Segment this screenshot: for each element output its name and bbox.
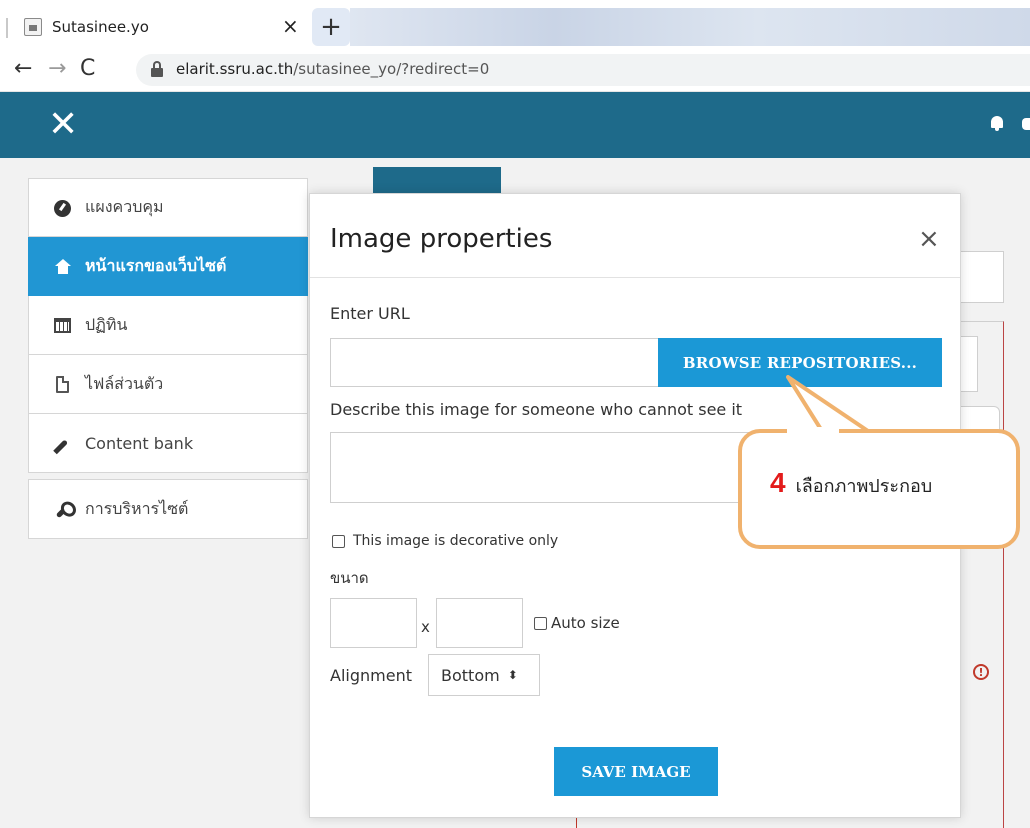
- lock-icon[interactable]: [150, 61, 164, 77]
- auto-size-checkbox[interactable]: [534, 617, 547, 630]
- decorative-checkbox[interactable]: [332, 535, 345, 548]
- address-bar: ← → C elarit.ssru.ac.th/sutasinee_yo/?re…: [0, 48, 1030, 92]
- toolbar-toggle-button[interactable]: [960, 336, 978, 392]
- dashboard-icon: [53, 199, 73, 217]
- sidebar-item-calendar[interactable]: ปฏิทิน: [28, 296, 308, 355]
- sidebar-item-label: ไฟล์ส่วนตัว: [85, 373, 164, 393]
- size-label: ขนาด: [330, 569, 369, 587]
- file-icon: [53, 375, 73, 393]
- dialog-divider: [310, 277, 960, 278]
- sidebar-nav: แผงควบคุม หน้าแรกของเว็บไซต์ ปฏิทิน ไฟล์…: [28, 178, 308, 539]
- brush-icon: [53, 434, 73, 455]
- callout-pointer-mask: [787, 427, 839, 435]
- callout-instruction: เลือกภาพประกอบ: [795, 476, 933, 497]
- url-label: Enter URL: [330, 304, 410, 323]
- sidebar-item-content-bank[interactable]: Content bank: [28, 414, 308, 473]
- sidebar-item-label: การบริหารไซต์: [85, 498, 189, 518]
- sidebar-item-label: แผงควบคุม: [85, 197, 164, 216]
- site-navbar: ✕: [0, 92, 1030, 158]
- instruction-callout: 4 เลือกภาพประกอบ: [738, 429, 1020, 549]
- wrench-icon: [53, 500, 73, 519]
- reload-icon[interactable]: C: [80, 56, 95, 81]
- size-separator: x: [421, 618, 430, 636]
- sidebar-item-label: หน้าแรกของเว็บไซต์: [85, 255, 227, 275]
- home-icon: [53, 257, 73, 275]
- user-menu-icon[interactable]: [1022, 118, 1030, 130]
- auto-size-label: Auto size: [551, 614, 620, 632]
- site-favicon-icon: [24, 18, 42, 36]
- callout-pointer: [786, 375, 870, 433]
- bell-icon[interactable]: [990, 116, 1004, 132]
- calendar-icon: [53, 316, 73, 334]
- callout-step-number: 4: [770, 467, 786, 498]
- url-host: elarit.ssru.ac.th: [176, 60, 294, 78]
- sidebar-item-dashboard[interactable]: แผงควบคุม: [28, 178, 308, 237]
- sidebar-item-site-admin[interactable]: การบริหารไซต์: [28, 479, 308, 539]
- warning-icon: !: [973, 664, 989, 680]
- decorative-label: This image is decorative only: [353, 533, 559, 549]
- back-arrow-icon[interactable]: ←: [14, 56, 32, 81]
- sidebar-item-label: Content bank: [85, 433, 194, 453]
- url-input[interactable]: [330, 338, 660, 387]
- save-image-button[interactable]: SAVE IMAGE: [554, 747, 718, 796]
- browser-tab-strip: Sutasinee.yo × +: [0, 0, 1030, 48]
- alignment-select[interactable]: Bottom ⬍: [428, 654, 540, 696]
- close-drawer-icon[interactable]: ✕: [48, 104, 78, 145]
- sidebar-item-site-home[interactable]: หน้าแรกของเว็บไซต์: [28, 237, 308, 296]
- forward-arrow-icon[interactable]: →: [48, 56, 66, 81]
- search-panel: [958, 251, 1004, 303]
- new-tab-button[interactable]: +: [312, 8, 350, 46]
- height-input[interactable]: [436, 598, 523, 648]
- url-path: /sutasinee_yo/?redirect=0: [293, 60, 490, 78]
- editor-panel: [958, 321, 1004, 828]
- sidebar-item-private-files[interactable]: ไฟล์ส่วนตัว: [28, 355, 308, 414]
- url-text[interactable]: elarit.ssru.ac.th/sutasinee_yo/?redirect…: [176, 60, 489, 78]
- alignment-value: Bottom: [441, 665, 500, 685]
- callout-text-row: 4 เลือกภาพประกอบ: [770, 467, 932, 500]
- tab-strip-background: [350, 8, 1030, 46]
- describe-image-label: Describe this image for someone who cann…: [330, 400, 743, 419]
- alignment-label: Alignment: [330, 666, 412, 685]
- dialog-title: Image properties: [330, 224, 553, 254]
- sidebar-item-label: ปฏิทิน: [85, 314, 128, 334]
- width-input[interactable]: [330, 598, 417, 648]
- tab-close-icon[interactable]: ×: [282, 14, 299, 38]
- tab-separator: [6, 18, 8, 38]
- close-icon[interactable]: ×: [918, 224, 940, 254]
- tab-title[interactable]: Sutasinee.yo: [52, 18, 149, 36]
- select-caret-icon: ⬍: [507, 668, 518, 682]
